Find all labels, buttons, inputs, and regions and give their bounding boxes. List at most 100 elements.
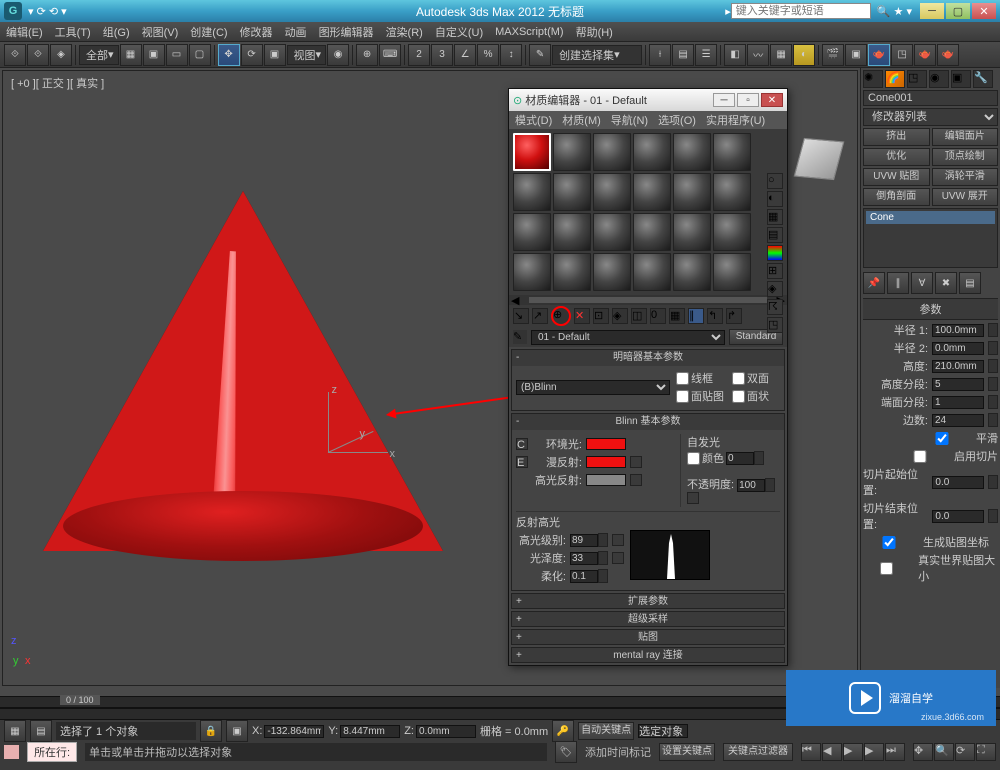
mat-map-nav-icon[interactable]: ◳ [767,317,783,333]
dlg-menu-options[interactable]: 选项(O) [658,112,696,128]
put-to-lib-icon[interactable]: ◫ [631,308,647,324]
facemap-checkbox[interactable] [676,390,689,403]
configure-icon[interactable]: ▤ [959,272,981,294]
modifier-stack[interactable]: Cone [863,208,998,268]
menu-modifiers[interactable]: 修改器 [240,24,273,40]
object-name-input[interactable] [863,90,998,106]
material-editor-icon[interactable]: ◐ [793,44,815,66]
play-icon[interactable]: ▶ [843,743,863,761]
stack-item-cone[interactable]: Cone [866,211,995,224]
tab-motion-icon[interactable]: ◉ [929,70,949,88]
btn-uvwmap[interactable]: UVW 贴图 [863,168,930,186]
render-frame-icon[interactable]: ▣ [845,44,867,66]
slice-checkbox[interactable] [894,450,946,463]
nav-zoom-icon[interactable]: 🔍 [934,743,954,761]
link-icon[interactable]: ⟐ [4,44,26,66]
y-coord-input[interactable] [340,725,400,738]
ambient-swatch[interactable] [586,438,626,450]
soften-input[interactable] [570,570,598,583]
graphite-icon[interactable]: ◧ [724,44,746,66]
reset-map-icon[interactable]: ✕ [574,308,590,324]
select-rotate-icon[interactable]: ⟳ [241,44,263,66]
time-tag-icon[interactable]: 🏷 [555,741,577,763]
btn-editpatch[interactable]: 编辑面片 [932,128,999,146]
mat-id-icon[interactable]: 0 [650,308,666,324]
go-parent-icon[interactable]: ↰ [707,308,723,324]
get-material-icon[interactable]: ↘ [513,308,529,324]
spinner-icon[interactable] [988,323,998,337]
snap-percent-icon[interactable]: % [477,44,499,66]
tab-modify-icon[interactable]: 🌈 [885,70,905,88]
sample-scrollbar[interactable]: ◀▶ [509,295,787,305]
options-icon[interactable]: ◈ [767,281,783,297]
mirror-icon[interactable]: ⟊ [649,44,671,66]
setkey-button[interactable]: 设置关键点 [659,743,715,761]
select-by-mat-icon[interactable]: ☈ [767,299,783,315]
slice-from-input[interactable] [932,476,984,489]
material-slot-1[interactable] [513,133,551,171]
maps-rollout[interactable]: 贴图 [511,629,785,645]
btn-vpaint[interactable]: 顶点绘制 [932,148,999,166]
layer-icon[interactable]: ☰ [695,44,717,66]
hseg-input[interactable] [932,378,984,391]
quick-render-icon[interactable]: 🫖 [914,44,936,66]
window-cross-icon[interactable]: ▢ [189,44,211,66]
schematic-icon[interactable]: ▦ [770,44,792,66]
ref-coord-combo[interactable]: 视图 ▾ [287,45,327,65]
snap-3d-icon[interactable]: 3 [431,44,453,66]
select-region-icon[interactable]: ▭ [166,44,188,66]
btn-uvwunwrap[interactable]: UVW 展开 [932,188,999,206]
snap-angle-icon[interactable]: ∠ [454,44,476,66]
curve-editor-icon[interactable]: 〰 [747,44,769,66]
select-move-icon[interactable]: ✥ [218,44,240,66]
goto-start-icon[interactable]: ⏮ [801,743,821,761]
radius1-input[interactable] [932,324,984,337]
make-copy-icon[interactable]: ⊡ [593,308,609,324]
next-frame-icon[interactable]: ▶ [864,743,884,761]
opacity-input[interactable] [737,479,765,492]
named-selset-combo[interactable]: 创建选择集 ▾ [552,45,642,65]
dialog-close-button[interactable]: ✕ [761,93,783,107]
menu-tools[interactable]: 工具(T) [55,24,91,40]
ext-params-rollout[interactable]: 扩展参数 [511,593,785,609]
twosided-checkbox[interactable] [732,372,745,385]
viewcube-icon[interactable] [794,138,845,180]
pick-material-icon[interactable]: ✎ [513,330,527,344]
pin-stack-icon[interactable]: 📌 [863,272,885,294]
snap-2d-icon[interactable]: 2 [408,44,430,66]
diffuse-swatch[interactable] [586,456,626,468]
nav-orbit-icon[interactable]: ⟳ [955,743,975,761]
select-icon[interactable]: ▦ [120,44,142,66]
put-to-scene-icon[interactable]: ↗ [532,308,548,324]
menu-animation[interactable]: 动画 [285,24,307,40]
key-selset-input[interactable] [638,724,688,738]
tab-display-icon[interactable]: ▣ [951,70,971,88]
dialog-titlebar[interactable]: ⊙ 材质编辑器 - 01 - Default ─ ▫ ✕ [509,89,787,111]
menu-help[interactable]: 帮助(H) [576,24,613,40]
menu-group[interactable]: 组(G) [103,24,130,40]
render-icon[interactable]: 🫖 [868,44,890,66]
lock-selection-icon[interactable]: 🔒 [200,720,222,742]
btn-bevelprofile[interactable]: 倒角剖面 [863,188,930,206]
listener-button[interactable]: 所在行: [27,742,77,762]
backlight-icon[interactable]: ◐ [767,191,783,207]
diffuse-lock-icon[interactable]: E [516,456,528,468]
selection-filter-combo[interactable]: 全部 ▾ [79,45,119,65]
dlg-menu-nav[interactable]: 导航(N) [611,112,648,128]
dialog-minimize-button[interactable]: ─ [713,93,735,107]
menu-maxscript[interactable]: MAXScript(M) [495,26,563,38]
key-filter-icon[interactable]: ▤ [30,720,52,742]
make-preview-icon[interactable]: ⊞ [767,263,783,279]
window-minimize-button[interactable]: ─ [920,3,944,19]
ambient-lock-icon[interactable]: C [516,438,528,450]
render-preset-icon[interactable]: 🫖 [937,44,959,66]
sample-uv-icon[interactable]: ▤ [767,227,783,243]
cseg-input[interactable] [932,396,984,409]
slice-to-input[interactable] [932,510,984,523]
render-region-icon[interactable]: ◳ [891,44,913,66]
tab-hierarchy-icon[interactable]: ◳ [907,70,927,88]
show-in-vp-icon[interactable]: ▦ [669,308,685,324]
go-sibling-icon[interactable]: ↱ [726,308,742,324]
window-close-button[interactable]: ✕ [972,3,996,19]
select-scale-icon[interactable]: ▣ [264,44,286,66]
